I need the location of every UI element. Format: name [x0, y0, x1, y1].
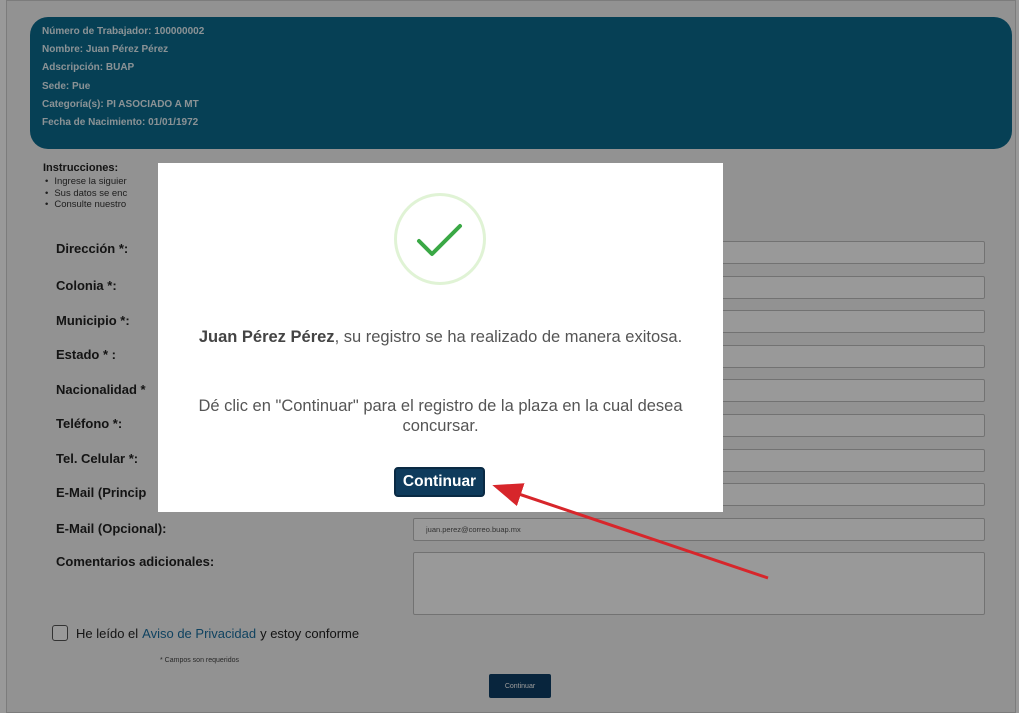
red-arrow-annotation: [492, 483, 769, 580]
